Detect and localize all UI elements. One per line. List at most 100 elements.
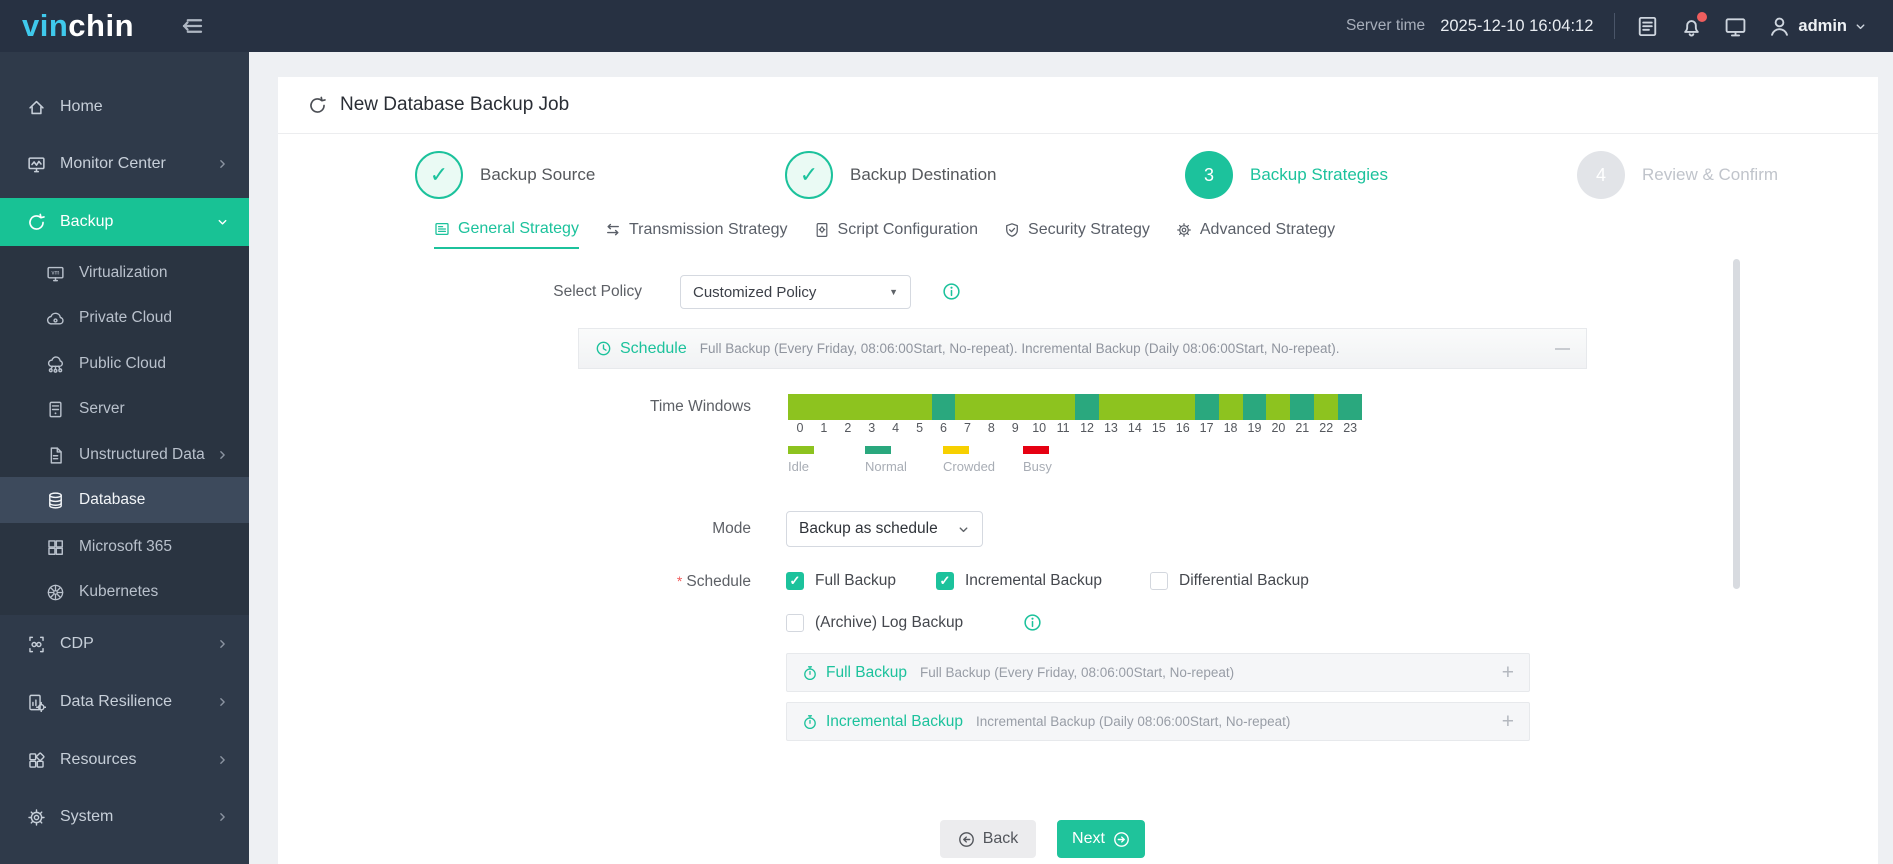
kubernetes-icon [46, 583, 65, 602]
sidebar-item-virtualization[interactable]: vm Virtualization [0, 250, 249, 296]
system-icon [27, 808, 46, 827]
sidebar-item-database[interactable]: Database [0, 477, 249, 523]
time-segment-hour-1 [811, 394, 836, 420]
chevron-down-icon [957, 523, 970, 536]
time-segment-hour-21 [1290, 394, 1315, 420]
hour-label: 7 [963, 421, 971, 435]
back-button[interactable]: Back [940, 820, 1036, 858]
tab-general-strategy[interactable]: General Strategy [434, 220, 579, 249]
time-windows-legend: Idle Normal Crowded Busy [788, 446, 1388, 486]
sidebar-item-public-cloud[interactable]: Public Cloud [0, 341, 249, 387]
refresh-icon[interactable] [308, 96, 327, 115]
sidebar-item-cdp[interactable]: CDP [0, 621, 249, 667]
time-segment-hour-7 [955, 394, 980, 420]
strategy-row-incremental-backup: Incremental Backup Incremental Backup (Da… [786, 702, 1530, 741]
wizard-step-3[interactable]: 3 Backup Strategies [1185, 149, 1388, 201]
wizard-step-4[interactable]: 4 Review & Confirm [1577, 149, 1778, 201]
sidebar-item-kubernetes[interactable]: Kubernetes [0, 569, 249, 615]
log-list-icon[interactable] [1636, 15, 1659, 38]
hour-label: 17 [1199, 421, 1214, 435]
checkbox-box: ✓ [786, 572, 804, 590]
backup-icon [27, 213, 46, 232]
checkbox-label: (Archive) Log Backup [815, 614, 964, 631]
schedule-section-header: Schedule Full Backup (Every Friday, 08:0… [578, 328, 1587, 369]
time-windows-bar [788, 394, 1363, 420]
sidebar-item-system[interactable]: System [0, 794, 249, 840]
tab-script-configuration[interactable]: Script Configuration [814, 220, 979, 249]
info-icon[interactable] [1023, 613, 1042, 632]
sidebar-item-monitor-center[interactable]: Monitor Center [0, 141, 249, 187]
collapse-section-control[interactable]: — [1555, 340, 1570, 357]
vinchin-logo: vinchin [22, 0, 134, 52]
checkbox-full-backup[interactable]: ✓ Full Backup [786, 572, 896, 590]
top-bar-right: Server time 2025-12-10 16:04:12 admin [1346, 11, 1893, 39]
mode-select[interactable]: Backup as schedule [786, 511, 983, 547]
console-icon[interactable] [1724, 15, 1747, 38]
general-strategy-icon [434, 221, 450, 237]
policy-select-value: Customized Policy [693, 283, 817, 301]
schedule-section-summary: Full Backup (Every Friday, 08:06:00Start… [699, 341, 1340, 356]
data-resilience-icon [27, 693, 46, 712]
checkbox-label: Incremental Backup [965, 572, 1102, 589]
checkbox--archive-log-backup[interactable]: (Archive) Log Backup [786, 614, 963, 632]
time-segment-hour-18 [1218, 394, 1243, 420]
next-button[interactable]: Next [1057, 820, 1145, 858]
strategy-tabs: General Strategy Transmission Strategy Scr… [434, 220, 1335, 249]
time-segment-hour-16 [1170, 394, 1195, 420]
menu-collapse-icon[interactable] [180, 14, 204, 38]
bell-icon[interactable] [1680, 11, 1708, 38]
step-circle: 3 [1185, 151, 1233, 199]
tab-advanced-strategy[interactable]: Advanced Strategy [1176, 220, 1335, 249]
chevron-right-icon [216, 158, 229, 171]
sidebar-item-home[interactable]: Home [0, 84, 249, 130]
time-segment-hour-10 [1027, 394, 1052, 420]
transmission-strategy-icon [605, 222, 621, 238]
sidebar-item-label: Unstructured Data [79, 446, 205, 463]
content-card: New Database Backup Job ✓ Backup Source ✓ B… [278, 77, 1878, 864]
hour-label: 11 [1056, 421, 1070, 435]
resources-icon [27, 751, 46, 770]
checkbox-differential-backup[interactable]: Differential Backup [1150, 572, 1309, 590]
hour-label: 3 [868, 421, 876, 435]
chevron-down-icon [1854, 20, 1867, 33]
strategy-desc: Full Backup (Every Friday, 08:06:00Start… [919, 665, 1235, 680]
caret-down-icon: ▼ [889, 287, 898, 297]
sidebar-item-server[interactable]: Server [0, 386, 249, 432]
page-title: New Database Backup Job [340, 94, 570, 115]
tab-label: Script Configuration [837, 221, 979, 238]
notification-dot [1697, 11, 1708, 22]
wizard-step-1[interactable]: ✓ Backup Source [415, 149, 595, 201]
time-segment-hour-23 [1338, 394, 1363, 420]
info-icon[interactable] [942, 282, 961, 301]
wizard-step-2[interactable]: ✓ Backup Destination [785, 149, 996, 201]
add-schedule-button[interactable]: + [1502, 710, 1514, 734]
hour-label: 14 [1127, 421, 1142, 435]
checkbox-incremental-backup[interactable]: ✓ Incremental Backup [936, 572, 1102, 590]
sidebar-item-resources[interactable]: Resources [0, 737, 249, 783]
hour-label: 19 [1247, 421, 1262, 435]
sidebar-item-microsoft-365[interactable]: Microsoft 365 [0, 524, 249, 570]
user-menu[interactable]: admin [1768, 15, 1867, 38]
time-segment-hour-9 [1003, 394, 1028, 420]
top-bar: vinchin Server time 2025-12-10 16:04:12 … [0, 0, 1893, 52]
unstructured-data-icon [46, 446, 65, 465]
add-schedule-button[interactable]: + [1502, 661, 1514, 685]
hour-label: 0 [796, 421, 804, 435]
server-icon [46, 400, 65, 419]
sidebar-item-unstructured-data[interactable]: Unstructured Data [0, 432, 249, 478]
policy-select[interactable]: Customized Policy ▼ [680, 275, 911, 309]
hour-label: 23 [1343, 421, 1358, 435]
legend-item-idle: Idle [788, 446, 814, 474]
sidebar-item-private-cloud[interactable]: Private Cloud [0, 295, 249, 341]
chevron-right-icon [216, 696, 229, 709]
chevron-right-icon [216, 638, 229, 651]
scrollbar-thumb[interactable] [1733, 259, 1740, 589]
tab-security-strategy[interactable]: Security Strategy [1004, 220, 1150, 249]
sidebar-item-label: System [60, 808, 114, 825]
legend-label: Crowded [943, 459, 996, 474]
tab-transmission-strategy[interactable]: Transmission Strategy [605, 220, 788, 249]
hour-label: 8 [987, 421, 995, 435]
sidebar-item-backup[interactable]: Backup [0, 198, 249, 246]
sidebar-item-data-resilience[interactable]: Data Resilience [0, 679, 249, 725]
tab-label: Advanced Strategy [1199, 221, 1336, 238]
